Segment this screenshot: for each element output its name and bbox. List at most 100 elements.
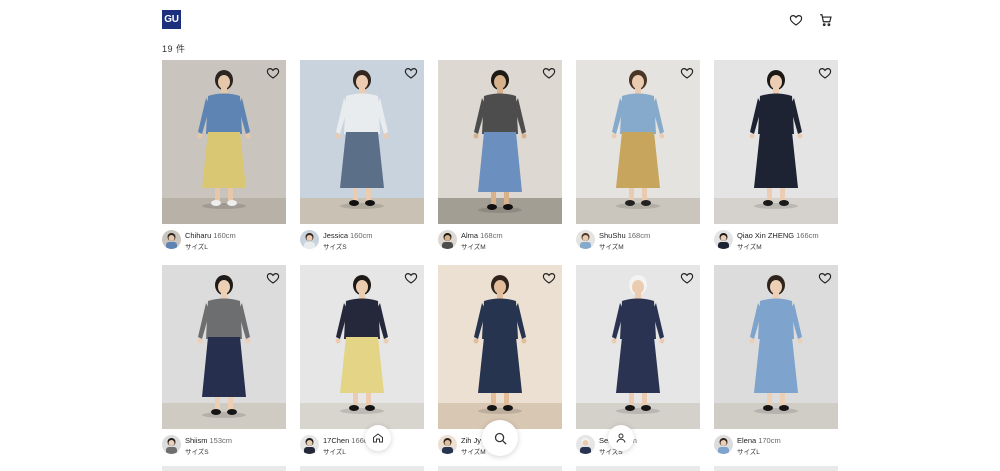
next-row-placeholder	[300, 466, 424, 471]
outfit-photo[interactable]	[576, 60, 700, 224]
favorite-heart-icon[interactable]	[680, 66, 694, 80]
outfit-card[interactable]: 17Chen 166cm サイズL	[300, 265, 424, 460]
staff-name-text: Elena	[737, 436, 757, 445]
staff-name-text: Qiao Xin ZHENG	[737, 231, 795, 240]
staff-size: サイズL	[185, 244, 208, 251]
staff-height: 160cm	[350, 231, 373, 240]
staff-info: Qiao Xin ZHENG 166cm サイズM	[714, 229, 838, 255]
model-photo	[714, 60, 838, 224]
staff-size: サイズM	[461, 449, 486, 456]
user-icon	[616, 433, 626, 443]
staff-height: 168cm	[627, 231, 651, 240]
staff-info: Shiism 153cm サイズS	[162, 434, 286, 460]
outfit-card[interactable]: Alma 168cm サイズM	[438, 60, 562, 255]
staff-name-text: ShuShu	[599, 231, 626, 240]
avatar[interactable]	[300, 230, 319, 249]
model-photo	[576, 265, 700, 429]
favorite-heart-icon[interactable]	[680, 271, 694, 285]
staff-height: 170cm	[758, 436, 781, 445]
avatar[interactable]	[300, 435, 319, 454]
outfit-photo[interactable]	[438, 60, 562, 224]
favorite-heart-icon[interactable]	[818, 66, 832, 80]
heart-icon[interactable]	[788, 12, 804, 28]
staff-size: サイズM	[599, 244, 624, 251]
avatar[interactable]	[576, 435, 595, 454]
cart-icon[interactable]	[818, 12, 834, 28]
outfit-card[interactable]: Chiharu 160cm サイズL	[162, 60, 286, 255]
outfit-photo[interactable]	[162, 265, 286, 429]
staff-name[interactable]: Shiism 153cm	[185, 436, 232, 445]
favorite-heart-icon[interactable]	[818, 271, 832, 285]
staff-info: Chiharu 160cm サイズL	[162, 229, 286, 255]
outfit-card[interactable]: Jessica 160cm サイズS	[300, 60, 424, 255]
outfit-photo[interactable]	[714, 265, 838, 429]
search-button[interactable]	[482, 420, 518, 456]
favorite-heart-icon[interactable]	[404, 271, 418, 285]
staff-name[interactable]: Alma 168cm	[461, 231, 503, 240]
model-photo	[438, 60, 562, 224]
staff-name-text: Jessica	[323, 231, 349, 240]
staff-name[interactable]: Elena 170cm	[737, 436, 781, 445]
favorite-heart-icon[interactable]	[404, 66, 418, 80]
header: GU	[162, 10, 838, 30]
staff-size: サイズM	[737, 244, 762, 251]
outfit-card[interactable]: Qiao Xin ZHENG 166cm サイズM	[714, 60, 838, 255]
outfit-photo[interactable]	[576, 265, 700, 429]
model-photo	[162, 60, 286, 224]
outfit-photo[interactable]	[300, 265, 424, 429]
staff-info: 17Chen 166cm サイズL	[300, 434, 424, 460]
staff-name[interactable]: Qiao Xin ZHENG 166cm	[737, 231, 819, 240]
home-icon	[373, 433, 383, 443]
staff-info: Sen166cmサイズS	[576, 434, 700, 460]
next-row-placeholder	[438, 466, 562, 471]
outfit-card[interactable]: Sen166cmサイズS	[576, 265, 700, 460]
favorite-heart-icon[interactable]	[542, 271, 556, 285]
staff-info: Elena 170cm サイズL	[714, 434, 838, 460]
search-icon	[494, 432, 507, 445]
avatar[interactable]	[438, 230, 457, 249]
outfit-photo[interactable]	[162, 60, 286, 224]
avatar[interactable]	[576, 230, 595, 249]
staff-name[interactable]: Jessica 160cm	[323, 231, 373, 240]
staff-height: 160cm	[213, 231, 236, 240]
user-button[interactable]	[608, 425, 634, 451]
outfit-photo[interactable]	[438, 265, 562, 429]
staff-name-text: Shiism	[185, 436, 208, 445]
model-photo	[300, 265, 424, 429]
staff-name[interactable]: ShuShu 168cm	[599, 231, 650, 240]
avatar[interactable]	[714, 230, 733, 249]
favorite-heart-icon[interactable]	[266, 271, 280, 285]
next-row-placeholder	[576, 466, 700, 471]
avatar[interactable]	[162, 230, 181, 249]
staff-name[interactable]: Chiharu 160cm	[185, 231, 236, 240]
result-count: 19 件	[162, 44, 186, 54]
staff-size: サイズL	[737, 449, 760, 456]
staff-height: 166cm	[796, 231, 819, 240]
staff-size: サイズS	[185, 449, 209, 456]
model-photo	[714, 265, 838, 429]
model-photo	[438, 265, 562, 429]
outfit-card[interactable]: ShuShu 168cm サイズM	[576, 60, 700, 255]
avatar[interactable]	[714, 435, 733, 454]
next-row-placeholder	[162, 466, 286, 471]
gu-logo[interactable]: GU	[162, 10, 181, 29]
staff-height: 153cm	[209, 436, 233, 445]
favorite-heart-icon[interactable]	[266, 66, 280, 80]
outfit-card[interactable]: Elena 170cm サイズL	[714, 265, 838, 460]
staff-info: Alma 168cm サイズM	[438, 229, 562, 255]
home-button[interactable]	[365, 425, 391, 451]
outfit-photo[interactable]	[714, 60, 838, 224]
staff-name-text: 17Chen	[323, 436, 350, 445]
avatar[interactable]	[162, 435, 181, 454]
outfit-photo[interactable]	[300, 60, 424, 224]
model-photo	[300, 60, 424, 224]
staff-name-text: Chiharu	[185, 231, 212, 240]
favorite-heart-icon[interactable]	[542, 66, 556, 80]
next-row-placeholder	[714, 466, 838, 471]
staff-info: ShuShu 168cm サイズM	[576, 229, 700, 255]
outfit-card[interactable]: Shiism 153cm サイズS	[162, 265, 286, 460]
staff-info: Jessica 160cm サイズS	[300, 229, 424, 255]
staff-name-text: Alma	[461, 231, 479, 240]
avatar[interactable]	[438, 435, 457, 454]
model-photo	[576, 60, 700, 224]
